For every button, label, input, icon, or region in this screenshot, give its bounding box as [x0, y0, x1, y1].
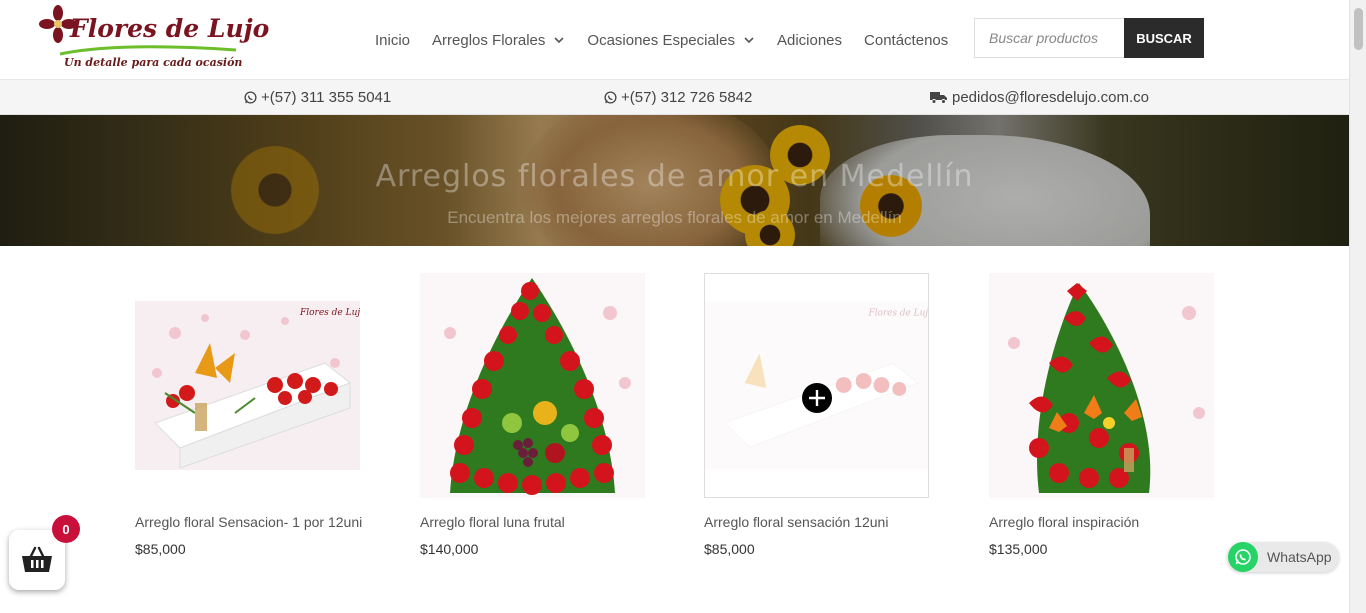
contact-bar: +(57) 311 355 5041 +(57) 312 726 5842 pe…	[0, 80, 1349, 115]
main-nav: Inicio Arreglos Florales Ocasiones Espec…	[375, 0, 970, 80]
whatsapp-chat-button[interactable]: WhatsApp	[1227, 542, 1339, 572]
basket-icon	[22, 546, 52, 572]
product-card[interactable]: Arreglo floral inspiración $135,000	[989, 273, 1214, 557]
nav-label: Arreglos Florales	[432, 31, 546, 49]
hero-title: Arreglos florales de amor en Medellín	[375, 159, 974, 194]
nav-label: Inicio	[375, 31, 411, 49]
nav-label: Adiciones	[776, 31, 843, 49]
search-button[interactable]: BUSCAR	[1124, 18, 1204, 58]
whatsapp-icon	[1228, 542, 1258, 572]
product-price: $85,000	[704, 541, 755, 557]
svg-text:Flores de Lujo: Flores de Lujo	[868, 309, 928, 319]
product-image[interactable]	[989, 273, 1214, 498]
nav-label: Ocasiones Especiales	[587, 31, 735, 49]
search-form: BUSCAR	[974, 18, 1204, 58]
site-header: Flores de Lujo Un detalle para cada ocas…	[0, 0, 1349, 80]
cart-count-badge: 0	[52, 515, 80, 543]
product-card[interactable]: Flores de Lujo Arreglo floral Sensacion-…	[135, 273, 362, 557]
logo[interactable]: Flores de Lujo Un detalle para cada ocas…	[38, 4, 269, 74]
nav-item-arreglos-florales[interactable]: Arreglos Florales	[432, 32, 565, 49]
product-photo-box-arrangement: Flores de Lujo	[135, 301, 360, 470]
product-card[interactable]: Arreglo floral luna frutal $140,000	[420, 273, 645, 557]
product-photo-anthurium-arrangement	[989, 273, 1214, 498]
nav-item-adiciones[interactable]: Adiciones	[777, 32, 842, 49]
chevron-down-icon	[744, 37, 754, 44]
contact-phone-2[interactable]: +(57) 312 726 5842	[604, 80, 752, 115]
scrollbar-thumb[interactable]	[1354, 8, 1363, 50]
phone-number: +(57) 311 355 5041	[261, 89, 392, 106]
product-name[interactable]: Arreglo floral Sensacion- 1 por 12uni	[135, 514, 362, 530]
hero-banner: Arreglos florales de amor en Medellín En…	[0, 115, 1349, 246]
nav-item-ocasiones-especiales[interactable]: Ocasiones Especiales	[587, 32, 755, 49]
phone-number: +(57) 312 726 5842	[621, 89, 753, 106]
product-price: $140,000	[420, 541, 479, 557]
product-name[interactable]: Arreglo floral inspiración	[989, 514, 1139, 530]
page: Flores de Lujo Un detalle para cada ocas…	[0, 0, 1366, 613]
whatsapp-icon	[244, 91, 257, 104]
product-photo-fruit-arrangement	[420, 273, 645, 498]
logo-tagline: Un detalle para cada ocasión	[64, 56, 243, 69]
svg-text:Flores de Lujo: Flores de Lujo	[299, 308, 360, 318]
chevron-down-icon	[554, 37, 564, 44]
product-name[interactable]: Arreglo floral luna frutal	[420, 514, 565, 530]
nav-label: Contáctenos	[864, 31, 949, 49]
nav-item-contactenos[interactable]: Contáctenos	[864, 32, 948, 49]
search-input[interactable]	[974, 18, 1124, 58]
product-image[interactable]: Flores de Lujo	[704, 273, 929, 498]
truck-icon	[930, 92, 947, 104]
product-image[interactable]	[420, 273, 645, 498]
nav-item-inicio[interactable]: Inicio	[375, 32, 410, 49]
product-price: $135,000	[989, 541, 1048, 557]
product-card[interactable]: Flores de Lujo Arreglo floral sensación …	[704, 273, 929, 557]
add-to-cart-plus-icon[interactable]	[802, 383, 832, 413]
hero-subtitle: Encuentra los mejores arreglos florales …	[447, 208, 902, 227]
whatsapp-icon	[604, 91, 617, 104]
vertical-scrollbar[interactable]	[1349, 0, 1366, 613]
product-price: $85,000	[135, 541, 186, 557]
logo-title: Flores de Lujo	[70, 14, 270, 43]
product-image[interactable]: Flores de Lujo	[135, 273, 360, 498]
contact-phone-1[interactable]: +(57) 311 355 5041	[244, 80, 391, 115]
email-address: pedidos@floresdelujo.com.co	[952, 89, 1149, 106]
whatsapp-label: WhatsApp	[1267, 549, 1332, 565]
contact-email[interactable]: pedidos@floresdelujo.com.co	[930, 80, 1149, 115]
product-name[interactable]: Arreglo floral sensación 12uni	[704, 514, 888, 530]
